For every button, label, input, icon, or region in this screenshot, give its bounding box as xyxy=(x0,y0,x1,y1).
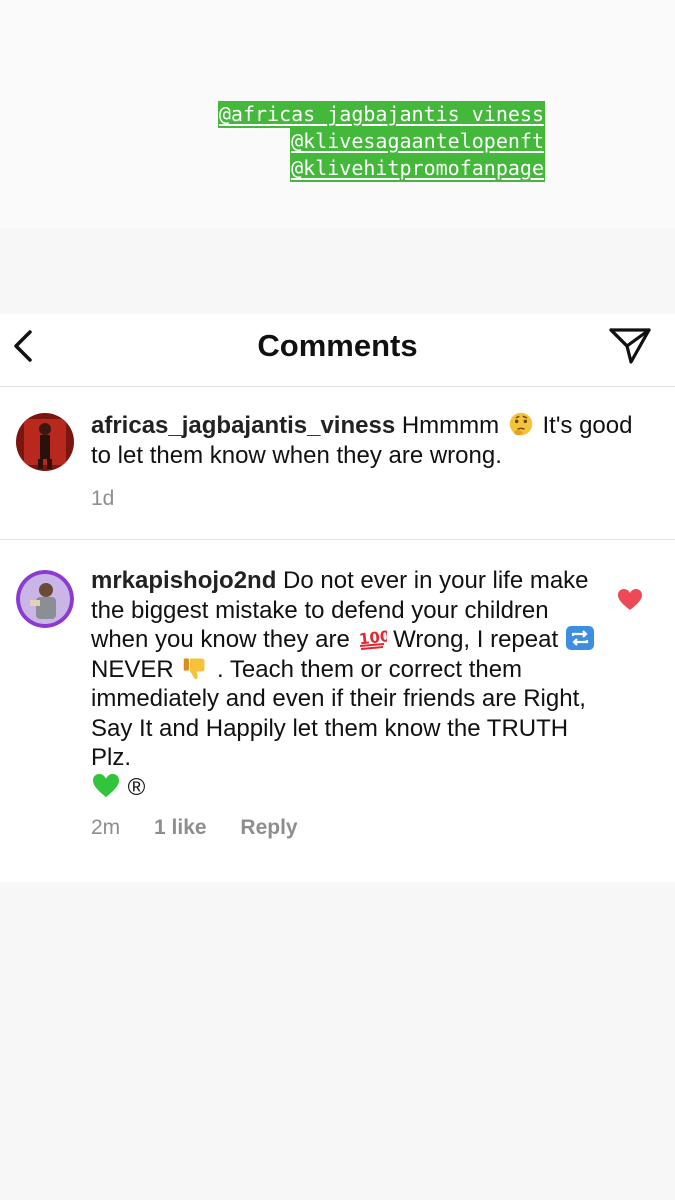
green-heart-icon xyxy=(93,773,119,797)
like-count[interactable]: 1 like xyxy=(154,816,207,840)
comment-item: africas_jagbajantis_viness Hmmmm It's go… xyxy=(0,387,675,540)
send-icon[interactable] xyxy=(607,324,653,368)
comment-time: 2m xyxy=(91,816,121,839)
repeat-icon xyxy=(565,626,594,650)
mention-tags: @africas_jagbajantis_viness @klivesagaan… xyxy=(217,101,545,182)
comment-text: africas_jagbajantis_viness Hmmmm It's go… xyxy=(91,411,651,470)
mention-tag[interactable]: @klivesagaantelopenft xyxy=(290,128,545,155)
thumbs-down-icon xyxy=(184,657,205,679)
registered-mark: ® xyxy=(127,773,146,801)
story-background: @africas_jagbajantis_viness @klivesagaan… xyxy=(0,0,675,228)
comments-screenshot: Comments africas_jagbajantis_viness Hmmm… xyxy=(0,314,675,882)
comment-body: Hmmmm xyxy=(395,412,506,439)
comments-header: Comments xyxy=(0,314,675,387)
heart-icon[interactable] xyxy=(617,588,643,612)
mention-tag[interactable]: @africas_jagbajantis_viness xyxy=(217,101,545,128)
comment-text: mrkapishojo2nd Do not ever in your life … xyxy=(91,566,601,802)
story-gap xyxy=(0,228,675,314)
thinking-face-icon xyxy=(509,412,533,436)
comment-item: mrkapishojo2nd Do not ever in your life … xyxy=(0,540,675,882)
avatar[interactable] xyxy=(16,570,74,628)
comment-meta: 1d xyxy=(91,487,142,511)
page-title: Comments xyxy=(257,328,418,363)
comment-time: 1d xyxy=(91,487,115,510)
hundred-points-icon: 100 xyxy=(358,627,387,650)
avatar[interactable] xyxy=(16,413,74,471)
comment-body: Wrong, I repeat xyxy=(386,626,565,653)
reply-button[interactable]: Reply xyxy=(240,816,297,840)
comment-username[interactable]: africas_jagbajantis_viness xyxy=(91,412,395,439)
comment-meta: 2m 1 like Reply xyxy=(91,816,326,840)
comment-body: NEVER xyxy=(91,655,181,683)
comment-username[interactable]: mrkapishojo2nd xyxy=(91,567,276,594)
mention-tag[interactable]: @klivehitpromofanpage xyxy=(290,155,545,182)
story-bottom xyxy=(0,882,675,1200)
